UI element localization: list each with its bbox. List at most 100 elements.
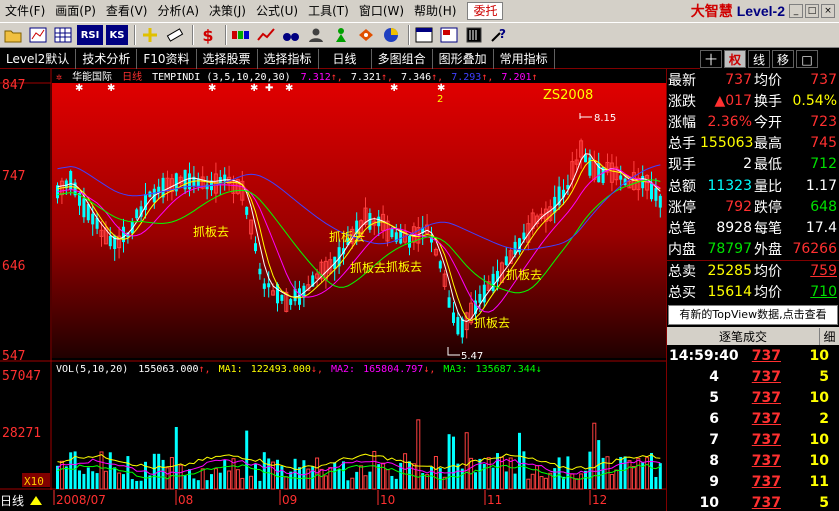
bar-chart-icon[interactable] <box>27 25 49 45</box>
maximize-button[interactable]: □ <box>805 4 819 18</box>
minimize-button[interactable]: _ <box>789 4 803 18</box>
tick-row: 7 737 10 <box>709 431 829 448</box>
volume-bar <box>518 432 521 489</box>
volume-bar <box>117 472 122 490</box>
volume-bar <box>636 457 641 490</box>
ruler-icon[interactable] <box>164 25 186 45</box>
menu-file[interactable]: 文件(F) <box>0 0 50 22</box>
candle-body <box>262 283 266 289</box>
menu-analysis[interactable]: 分析(A) <box>152 0 204 22</box>
help-icon[interactable]: ? <box>488 25 510 45</box>
tab-overlay[interactable]: 图形叠加 <box>433 48 494 69</box>
trend-icon[interactable] <box>255 25 277 45</box>
window-icon[interactable] <box>413 25 435 45</box>
tick-detail-button[interactable]: 细 <box>819 327 839 345</box>
menu-decision[interactable]: 决策(J) <box>204 0 251 22</box>
eye-icon[interactable] <box>355 25 377 45</box>
folder-icon[interactable] <box>2 25 24 45</box>
doc-icon[interactable] <box>438 25 460 45</box>
volume-bar <box>200 468 205 490</box>
volume-bar <box>539 476 544 490</box>
ma-value-2: 7.321 <box>351 72 381 83</box>
event-marker: ✱ <box>390 83 398 94</box>
volume-bar <box>654 476 658 489</box>
pie-icon[interactable] <box>380 25 402 45</box>
menu-formula[interactable]: 公式(U) <box>251 0 303 22</box>
annotation: 抓板去 <box>329 230 365 244</box>
ma-value-1: 7.312 <box>301 72 331 83</box>
quote-row: 总手 155063 最高 745 <box>668 135 837 153</box>
volume-bar <box>574 478 579 490</box>
volume-bar <box>122 474 125 489</box>
cross-icon[interactable] <box>139 25 161 45</box>
topview-button[interactable]: 有新的TopView数据,点击查看 <box>668 305 838 326</box>
dollar-icon[interactable]: $ <box>197 25 219 45</box>
menu-screen[interactable]: 画面(P) <box>50 0 101 22</box>
bottom-period-tab[interactable]: 日线 <box>0 494 24 508</box>
volume-bar <box>319 468 324 490</box>
entrust-button[interactable]: 委托 <box>467 2 504 20</box>
user-icon[interactable] <box>305 25 327 45</box>
indicator-params: (3,5,10,20,30) <box>206 72 290 83</box>
quote-row: 总额 11323 量比 1.17 <box>668 177 837 195</box>
book-icon[interactable] <box>463 25 485 45</box>
volume-bar <box>130 479 134 489</box>
volume-bar <box>394 478 398 489</box>
volume-bar <box>543 477 548 490</box>
brand-level: Level-2 <box>736 3 785 19</box>
tab-f10[interactable]: F10资料 <box>137 48 197 69</box>
kline-chart[interactable]: 847 747 646 547 57047 28271 X10 ✲ 华能国际 日… <box>0 69 666 511</box>
ks-icon[interactable]: KS <box>106 25 128 45</box>
tick-header-title[interactable]: 逐笔成交 <box>667 328 819 345</box>
tab-select-stock[interactable]: 选择股票 <box>197 48 258 69</box>
tab-multi-chart[interactable]: 多图组合 <box>372 48 433 69</box>
annotation: 抓板去 <box>386 260 422 274</box>
tab-daily[interactable]: 日线 <box>319 48 372 69</box>
volume-bar <box>178 464 183 490</box>
quote-row: 总笔 8928 每笔 17.4 <box>668 219 837 237</box>
binoculars-icon[interactable] <box>280 25 302 45</box>
quote-panel: 最新 737 均价 737 涨跌 ▲017 换手 0.54% 涨幅 2.36% 今开 723 总手… <box>666 69 839 511</box>
menu-view[interactable]: 查看(V) <box>101 0 153 22</box>
volume-bar <box>592 422 597 490</box>
volume-bar <box>213 468 218 490</box>
tab-select-indicator[interactable]: 选择指标 <box>258 48 319 69</box>
menu-help[interactable]: 帮助(H) <box>409 0 461 22</box>
rsi-icon[interactable]: RSI <box>77 25 103 45</box>
candle-body <box>658 195 662 208</box>
volume-bar <box>474 472 477 489</box>
move-button[interactable]: 移 <box>772 50 794 68</box>
event-marker: ✱ <box>250 83 258 94</box>
date-label: 2008/07 <box>56 493 106 507</box>
svg-text:?: ? <box>499 27 506 41</box>
volume-bar <box>346 480 350 489</box>
volume-bar <box>161 459 165 489</box>
chart-canvas[interactable]: 847 747 646 547 57047 28271 X10 ✲ 华能国际 日… <box>0 69 666 511</box>
volume-bar <box>342 461 345 489</box>
price-axis-label: 646 <box>2 259 25 274</box>
tab-common-indicators[interactable]: 常用指标 <box>494 48 555 69</box>
grid-icon[interactable] <box>52 25 74 45</box>
crosshair-button[interactable]: 十 <box>700 50 722 68</box>
volume-bar <box>262 452 266 489</box>
menu-tools[interactable]: 工具(T) <box>303 0 354 22</box>
volume-bar <box>588 451 592 489</box>
tick-row: 10 737 5 <box>699 494 829 511</box>
rights-button[interactable]: 权 <box>724 50 746 68</box>
price-axis-label: 847 <box>2 78 25 93</box>
volume-bar <box>645 457 650 490</box>
close-button[interactable]: × <box>821 4 835 18</box>
tab-tech-analysis[interactable]: 技术分析 <box>76 48 138 69</box>
panel-toggle-button[interactable]: □ <box>796 50 818 68</box>
green-figure-icon[interactable] <box>330 25 352 45</box>
volume-bar <box>139 480 143 489</box>
volume-bar <box>403 453 408 490</box>
volume-bar <box>385 469 390 490</box>
boxes-icon[interactable] <box>230 25 252 45</box>
stock-name: 华能国际 <box>72 70 112 83</box>
tab-level2-default[interactable]: Level2默认 <box>0 48 77 69</box>
menu-window[interactable]: 窗口(W) <box>354 0 409 22</box>
line-button[interactable]: 线 <box>748 50 770 68</box>
candle-body <box>654 188 658 201</box>
volume-bar <box>609 473 614 490</box>
